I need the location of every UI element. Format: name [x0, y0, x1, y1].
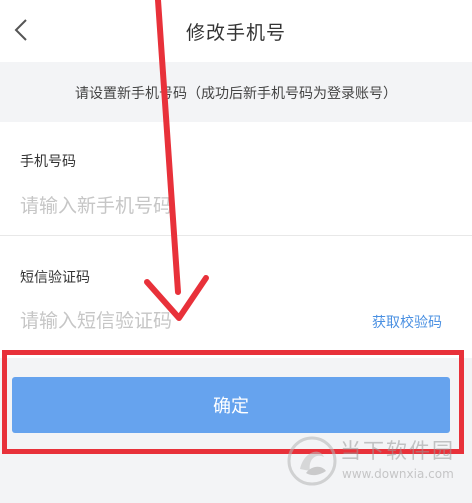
phone-input[interactable]	[20, 190, 340, 222]
page-title: 修改手机号	[185, 22, 286, 44]
nav-header: 修改手机号	[0, 0, 472, 62]
watermark: 当下软件园 www.downxia.com	[286, 435, 466, 491]
phone-change-form: 手机号码 短信验证码 获取校验码	[0, 122, 472, 358]
sms-code-input[interactable]	[20, 305, 320, 337]
phone-label: 手机号码	[20, 154, 76, 170]
info-text: 请设置新手机号码（成功后新手机号码为登录账号）	[75, 86, 397, 102]
watermark-brand: 当下软件园	[340, 439, 455, 463]
get-code-link[interactable]: 获取校验码	[372, 312, 442, 332]
divider	[0, 235, 472, 236]
sms-code-label: 短信验证码	[20, 270, 90, 286]
watermark-logo-icon	[287, 436, 337, 486]
watermark-url: www.downxia.com	[342, 467, 454, 481]
confirm-button[interactable]: 确定	[12, 377, 450, 433]
info-banner: 请设置新手机号码（成功后新手机号码为登录账号）	[0, 62, 472, 122]
